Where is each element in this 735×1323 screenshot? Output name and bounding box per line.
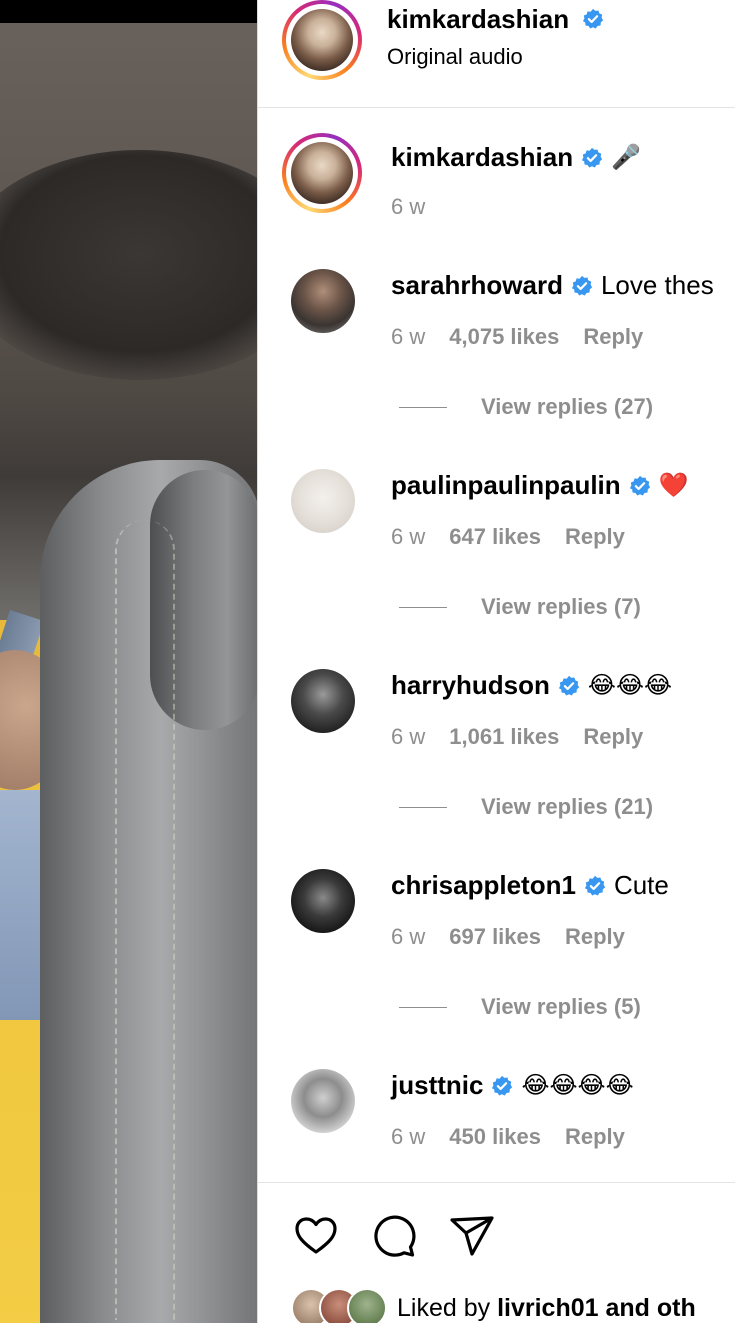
liked-by-user[interactable]: livrich01 xyxy=(497,1294,598,1322)
caption-timestamp[interactable]: 6 w xyxy=(391,194,425,220)
caption-text: 🎤 xyxy=(611,143,641,171)
video-seat-stitching xyxy=(115,520,175,1320)
liked-by-row[interactable]: Liked by livrich01 and oth xyxy=(291,1288,696,1323)
view-replies-button[interactable]: View replies (21) xyxy=(399,794,653,820)
comment-username[interactable]: harryhudson xyxy=(391,670,550,701)
video-car-roof xyxy=(0,150,257,380)
view-replies-label: View replies (7) xyxy=(481,594,641,619)
comment-likes[interactable]: 4,075 likes xyxy=(449,324,559,350)
reply-button[interactable]: Reply xyxy=(583,324,643,350)
reel-video[interactable] xyxy=(0,0,257,1323)
view-replies-label: View replies (21) xyxy=(481,794,654,819)
view-replies-button[interactable]: View replies (5) xyxy=(399,994,641,1020)
comment-likes[interactable]: 1,061 likes xyxy=(449,724,559,750)
comment-row: sarahrhoward Love thes xyxy=(391,270,714,301)
comment-meta: 6 w 697 likes Reply xyxy=(391,924,625,950)
comment-text: ❤️ xyxy=(658,471,689,499)
comment-row: chrisappleton1 Cute xyxy=(391,870,669,901)
comment-timestamp[interactable]: 6 w xyxy=(391,924,425,950)
commenter-avatar[interactable] xyxy=(291,869,355,933)
comment-text: 😂😂😂 xyxy=(587,671,673,699)
comment-timestamp[interactable]: 6 w xyxy=(391,524,425,550)
comment-timestamp[interactable]: 6 w xyxy=(391,724,425,750)
comment-timestamp[interactable]: 6 w xyxy=(391,1124,425,1150)
comment-text: Love thes xyxy=(600,270,714,300)
view-replies-label: View replies (5) xyxy=(481,994,641,1019)
commenter-avatar[interactable] xyxy=(291,469,355,533)
liked-by-suffix[interactable]: and oth xyxy=(605,1294,695,1322)
comment-likes[interactable]: 647 likes xyxy=(449,524,541,550)
view-replies-button[interactable]: View replies (7) xyxy=(399,594,641,620)
comment-meta: 6 w 4,075 likes Reply xyxy=(391,324,643,350)
comment-timestamp[interactable]: 6 w xyxy=(391,324,425,350)
verified-badge-icon xyxy=(583,8,604,29)
reply-button[interactable]: Reply xyxy=(565,924,625,950)
comment-text: Cute xyxy=(613,870,669,900)
action-bar xyxy=(292,1212,496,1260)
author-avatar[interactable] xyxy=(282,0,362,80)
post-header: kimkardashian xyxy=(387,4,604,35)
replies-line xyxy=(399,1006,447,1008)
comment-meta: 6 w 1,061 likes Reply xyxy=(391,724,643,750)
comment-username[interactable]: justtnic xyxy=(391,1070,483,1101)
comment-likes[interactable]: 697 likes xyxy=(449,924,541,950)
commenter-avatar[interactable] xyxy=(291,669,355,733)
comment-username[interactable]: paulinpaulinpaulin xyxy=(391,470,621,501)
header-divider xyxy=(258,107,735,108)
comment-username[interactable]: chrisappleton1 xyxy=(391,870,576,901)
video-top-bar xyxy=(0,0,257,23)
replies-line xyxy=(399,406,447,408)
replies-line xyxy=(399,606,447,608)
comment-username[interactable]: sarahrhoward xyxy=(391,270,563,301)
verified-badge-icon xyxy=(582,147,603,168)
reply-button[interactable]: Reply xyxy=(583,724,643,750)
paper-plane-icon[interactable] xyxy=(448,1212,496,1260)
view-replies-label: View replies (27) xyxy=(481,394,654,419)
verified-badge-icon xyxy=(629,475,650,496)
caption-author-avatar[interactable] xyxy=(282,133,362,213)
caption-meta: 6 w xyxy=(391,194,425,220)
author-username[interactable]: kimkardashian xyxy=(387,4,569,34)
reply-button[interactable]: Reply xyxy=(565,1124,625,1150)
comment-text: 😂😂😂😂 xyxy=(521,1071,634,1099)
view-replies-button[interactable]: View replies (27) xyxy=(399,394,653,420)
verified-badge-icon xyxy=(558,675,580,696)
footer-divider xyxy=(258,1182,735,1183)
audio-label[interactable]: Original audio xyxy=(387,44,523,70)
liked-by-text: Liked by livrich01 and oth xyxy=(397,1294,696,1323)
comment-row: paulinpaulinpaulin ❤️ xyxy=(391,470,689,501)
caption-username[interactable]: kimkardashian xyxy=(391,142,573,173)
liked-by-prefix: Liked by xyxy=(397,1293,491,1322)
verified-badge-icon xyxy=(584,875,606,896)
comment-meta: 6 w 450 likes Reply xyxy=(391,1124,625,1150)
reply-button[interactable]: Reply xyxy=(565,524,625,550)
comment-row: harryhudson 😂😂😂 xyxy=(391,670,672,701)
commenter-avatar[interactable] xyxy=(291,269,355,333)
caption-row: kimkardashian 🎤 xyxy=(391,142,641,173)
comments-panel: kimkardashian Original audio kimkardashi… xyxy=(257,0,735,1323)
comment-meta: 6 w 647 likes Reply xyxy=(391,524,625,550)
replies-line xyxy=(399,806,447,808)
comment-likes[interactable]: 450 likes xyxy=(449,1124,541,1150)
liker-avatar xyxy=(347,1288,387,1323)
verified-badge-icon xyxy=(492,1075,513,1096)
commenter-avatar[interactable] xyxy=(291,1069,355,1133)
comment-row: justtnic 😂😂😂😂 xyxy=(391,1070,634,1101)
heart-icon[interactable] xyxy=(292,1212,340,1260)
comment-bubble-icon[interactable] xyxy=(370,1212,418,1260)
verified-badge-icon xyxy=(571,275,593,296)
